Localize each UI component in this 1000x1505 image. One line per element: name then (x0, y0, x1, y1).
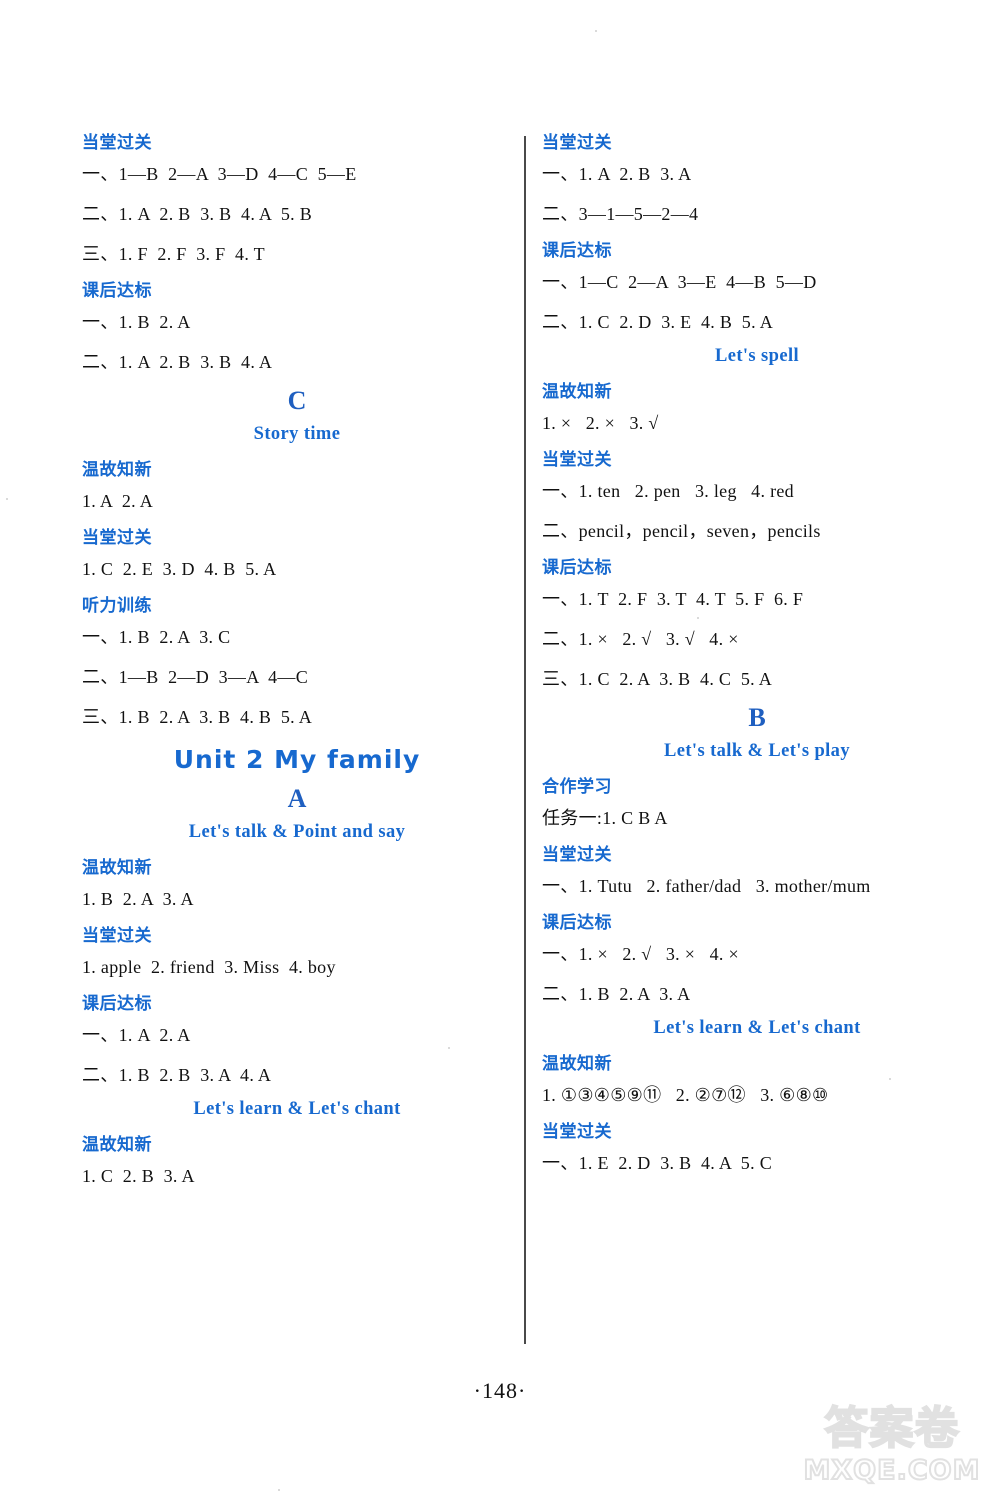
answer-block-heading: 当堂过关 (542, 133, 612, 153)
section-letter: B (748, 703, 766, 732)
answer-line: 1. × 2. × 3. √ (542, 413, 659, 433)
answer-line: 二、1—B 2—D 3—A 4—C (82, 667, 309, 687)
answer-line: 二、1. B 2. A 3. A (542, 984, 691, 1004)
answer-line: 一、1—C 2—A 3—E 4—B 5—D (542, 272, 817, 292)
lesson-subtitle: Let's talk & Let's play (664, 741, 850, 761)
answer-line: 1. B 2. A 3. A (82, 889, 194, 909)
answer-line: 一、1. A 2. B 3. A (542, 164, 692, 184)
answer-block: 温故知新 1. ①③④⑤⑨⑪ 2. ②⑦⑫ 3. ⑥⑧⑩ (542, 1051, 972, 1109)
answer-line: 二、1. A 2. B 3. B 4. A (82, 352, 273, 372)
answer-block: 温故知新 1. × 2. × 3. √ (542, 379, 972, 437)
lesson-subtitle: Story time (253, 424, 341, 444)
answer-key-page: 当堂过关 一、1—B 2—A 3—D 4—C 5—E 二、1. A 2. B 3. … (0, 0, 1000, 1505)
lesson-subtitle: Let's spell (714, 346, 800, 366)
answer-block-heading: 当堂过关 (542, 450, 612, 470)
lesson-subtitle: Let's learn & Let's chant (653, 1018, 861, 1038)
answer-block: 课后达标一、1. A 2. A 二、1. B 2. B 3. A 4. A (82, 991, 512, 1089)
answer-line: 1. apple 2. friend 3. Miss 4. boy (82, 957, 336, 977)
scan-speck (278, 1489, 280, 1491)
answer-line: 二、1. × 2. √ 3. √ 4. × (542, 629, 739, 649)
answer-block-heading: 课后达标 (542, 913, 612, 933)
answer-block-heading: 温故知新 (82, 1135, 152, 1155)
answer-block: 当堂过关一、1. A 2. B 3. A 二、3—1—5—2—4 (542, 130, 972, 228)
answer-block-heading: 听力训练 (82, 596, 152, 616)
answer-line: 三、1. F 2. F 3. F 4. T (82, 244, 265, 264)
lesson-subtitle: Let's talk & Point and say (188, 822, 406, 842)
answer-block: 当堂过关一、1. ten 2. pen 3. leg 4. red 二、penci… (542, 447, 972, 545)
answer-block-heading: 合作学习 (542, 777, 612, 797)
answer-line: 一、1. T 2. F 3. T 4. T 5. F 6. F (542, 589, 804, 609)
answer-block: 合作学习任务一:1. C B A (542, 774, 972, 832)
answer-line: 任务一:1. C B A (542, 808, 668, 828)
answer-line: 二、pencil，pencil，seven，pencils (542, 521, 821, 541)
answer-line: 二、1. A 2. B 3. B 4. A 5. B (82, 204, 313, 224)
answer-block: 温故知新 1. A 2. A (82, 457, 512, 515)
answer-line: 1. A 2. A (82, 491, 154, 511)
answer-block: 课后达标一、1. T 2. F 3. T 4. T 5. F 6. F 二、1. … (542, 555, 972, 693)
answer-block: 课后达标一、1—C 2—A 3—E 4—B 5—D 二、1. C 2. D 3. … (542, 238, 972, 336)
right-column: 当堂过关 一、1. A 2. B 3. A 二、3—1—5—2—4 课后达标 一、1—C… (542, 130, 972, 1187)
answer-line: 一、1. B 2. A (82, 312, 191, 332)
answer-line: 二、1. B 2. B 3. A 4. A (82, 1065, 272, 1085)
answer-block: 温故知新 1. B 2. A 3. A (82, 855, 512, 913)
answer-block: 当堂过关 1. C 2. E 3. D 4. B 5. A (82, 525, 512, 583)
answer-line: 1. ①③④⑤⑨⑪ 2. ②⑦⑫ 3. ⑥⑧⑩ (542, 1085, 829, 1105)
watermark-chinese-text: 答案卷 (824, 1402, 960, 1455)
answer-block-heading: 课后达标 (542, 241, 612, 261)
answer-block: 当堂过关一、1—B 2—A 3—D 4—C 5—E 二、1. A 2. B 3. … (82, 130, 512, 268)
answer-block-heading: 当堂过关 (542, 1122, 612, 1142)
answer-block: 当堂过关一、1. E 2. D 3. B 4. A 5. C (542, 1119, 972, 1177)
answer-block: 当堂过关 1. apple 2. friend 3. Miss 4. boy (82, 923, 512, 981)
answer-line: 三、1. C 2. A 3. B 4. C 5. A (542, 669, 773, 689)
column-divider (524, 136, 526, 1344)
answer-block-heading: 当堂过关 (82, 926, 152, 946)
answer-block: 当堂过关一、1. Tutu 2. father/dad 3. mother/mu… (542, 842, 972, 900)
watermark-domain-text: MXQE.COM (803, 1454, 981, 1487)
answer-block-heading: 当堂过关 (82, 133, 152, 153)
answer-line: 一、1—B 2—A 3—D 4—C 5—E (82, 164, 357, 184)
answer-block: 课后达标一、1. B 2. A 二、1. A 2. B 3. B 4. A (82, 278, 512, 376)
answer-line: 一、1. B 2. A 3. C (82, 627, 231, 647)
answer-line: 1. C 2. E 3. D 4. B 5. A (82, 559, 277, 579)
site-watermark: 答案卷 MXQE.COM (792, 1402, 992, 1499)
section-letter: A (287, 784, 307, 813)
answer-block-heading: 当堂过关 (542, 845, 612, 865)
answer-line: 二、3—1—5—2—4 (542, 204, 699, 224)
answer-block-heading: 温故知新 (82, 858, 152, 878)
left-column: 当堂过关 一、1—B 2—A 3—D 4—C 5—E 二、1. A 2. B 3. … (82, 130, 512, 1200)
answer-block-heading: 课后达标 (542, 558, 612, 578)
lesson-subtitle: Let's learn & Let's chant (193, 1099, 401, 1119)
answer-line: 一、1. E 2. D 3. B 4. A 5. C (542, 1153, 773, 1173)
answer-block: 课后达标一、1. × 2. √ 3. × 4. × 二、1. B 2. A 3. … (542, 910, 972, 1008)
two-column-body: 当堂过关 一、1—B 2—A 3—D 4—C 5—E 二、1. A 2. B 3. … (0, 0, 1000, 1360)
page-number: ·148· (473, 1378, 527, 1403)
unit-title: Unit 2 My family (173, 745, 421, 774)
answer-line: 一、1. A 2. A (82, 1025, 191, 1045)
answer-block-heading: 温故知新 (542, 1054, 612, 1074)
section-letter: C (287, 386, 307, 415)
answer-line: 三、1. B 2. A 3. B 4. B 5. A (82, 707, 313, 727)
answer-block-heading: 课后达标 (82, 281, 152, 301)
answer-line: 一、1. Tutu 2. father/dad 3. mother/mum (542, 876, 871, 896)
answer-line: 一、1. × 2. √ 3. × 4. × (542, 944, 739, 964)
answer-block-heading: 温故知新 (542, 382, 612, 402)
answer-block-heading: 当堂过关 (82, 528, 152, 548)
answer-line: 二、1. C 2. D 3. E 4. B 5. A (542, 312, 774, 332)
answer-block-heading: 温故知新 (82, 460, 152, 480)
answer-block: 听力训练一、1. B 2. A 3. C 二、1—B 2—D 3—A 4—C 三、1… (82, 593, 512, 731)
answer-line: 1. C 2. B 3. A (82, 1166, 195, 1186)
answer-line: 一、1. ten 2. pen 3. leg 4. red (542, 481, 794, 501)
answer-block: 温故知新 1. C 2. B 3. A (82, 1132, 512, 1190)
answer-block-heading: 课后达标 (82, 994, 152, 1014)
